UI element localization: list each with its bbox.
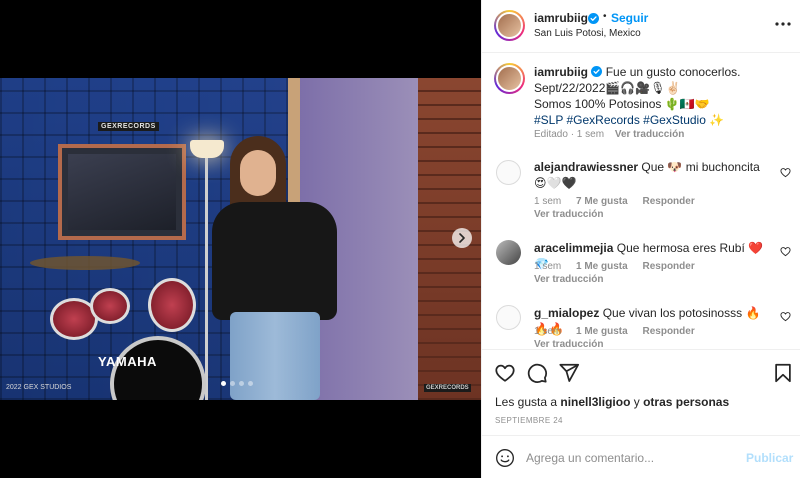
reply-button[interactable]: Responder [642, 261, 694, 272]
comment-likes[interactable]: 1 Me gusta [576, 326, 628, 337]
caption-translate-link[interactable]: Ver traducción [615, 129, 684, 140]
caption-line-3: Somos 100% Potosinos 🌵🇲🇽🤝 [534, 97, 710, 111]
post-header: iamrubiig • Seguir San Luis Potosi, Mexi… [482, 0, 800, 53]
share-button[interactable] [558, 362, 580, 384]
watermark-top: GEXRECORDS [98, 122, 159, 131]
like-comment-button[interactable] [780, 167, 791, 178]
comment-likes[interactable]: 1 Me gusta [576, 261, 628, 272]
more-horizontal-icon [775, 22, 791, 26]
verified-badge-icon [588, 13, 599, 24]
comment-item: alejandrawiessner Que 🐶 mi buchoncita 😍🤍… [482, 149, 800, 220]
likes-summary: Les gusta a ninell3ligioo y otras person… [495, 395, 730, 409]
person [212, 136, 337, 400]
smiley-icon [496, 449, 514, 467]
liker-username[interactable]: ninell3ligioo [560, 395, 630, 409]
post-location[interactable]: San Luis Potosi, Mexico [534, 28, 641, 39]
avatar[interactable] [496, 160, 521, 185]
comment-bubble-icon [527, 363, 547, 383]
comment-button[interactable] [526, 362, 548, 384]
avatar[interactable] [496, 305, 521, 330]
drum-kit [30, 256, 220, 400]
details-pane: iamrubiig • Seguir San Luis Potosi, Mexi… [481, 0, 800, 478]
reply-button[interactable]: Responder [642, 196, 694, 207]
reply-button[interactable]: Responder [642, 326, 694, 337]
carousel-dot [248, 381, 253, 386]
chevron-right-icon [459, 233, 465, 243]
comment-translate-link[interactable]: Ver traducción [534, 274, 603, 285]
caption-username[interactable]: iamrubiig [534, 65, 588, 79]
heart-icon [780, 247, 791, 257]
heart-icon [495, 364, 515, 382]
studio-caption: 2022 GEX STUDIOS [6, 384, 72, 391]
comment-translate-link[interactable]: Ver traducción [534, 209, 603, 220]
emoji-button[interactable] [495, 448, 515, 468]
comment-input[interactable] [526, 448, 736, 468]
like-comment-button[interactable] [780, 246, 791, 257]
other-likers-link[interactable]: otras personas [643, 395, 729, 409]
caption-line-2: Sept/22/2022🎬🎧🎥🎙✌🏻 [534, 81, 681, 95]
next-slide-button[interactable] [452, 228, 472, 248]
author-username[interactable]: iamrubiig [534, 11, 588, 25]
post-photo[interactable]: GEXRECORDS YAMAHA 2022 GEX STUDIOS GEXRE… [0, 78, 481, 400]
comment-composer: Publicar [482, 435, 800, 478]
save-button[interactable] [772, 362, 794, 384]
carousel-dot [230, 381, 235, 386]
paper-plane-icon [559, 363, 580, 382]
comment-translate-link[interactable]: Ver traducción [534, 339, 603, 349]
verified-badge-icon [591, 66, 603, 77]
comment-username[interactable]: alejandrawiessner [534, 160, 638, 174]
comment-time: 1 sem [534, 196, 562, 207]
bookmark-icon [775, 363, 791, 383]
heart-icon [780, 168, 791, 178]
comment-time: 1 sem [534, 326, 562, 337]
comment-time: 1 sem [534, 261, 562, 272]
post-date[interactable]: SEPTIEMBRE 24 [495, 416, 563, 425]
carousel-dot-active [221, 381, 226, 386]
comment-username[interactable]: aracelimmejia [534, 241, 613, 255]
caption-line-1: Fue un gusto conocerlos. [605, 65, 741, 79]
like-comment-button[interactable] [780, 311, 791, 322]
post-actions: Les gusta a ninell3ligioo y otras person… [482, 349, 800, 435]
publish-button[interactable]: Publicar [746, 451, 793, 465]
caption-edited-time: Editado · 1 sem [534, 129, 605, 140]
caption-hashtags[interactable]: #SLP #GexRecords #GexStudio ✨ [534, 113, 724, 127]
carousel-dot [239, 381, 244, 386]
like-button[interactable] [494, 362, 516, 384]
more-options-button[interactable] [774, 17, 792, 31]
avatar[interactable] [496, 240, 521, 265]
drum-brand-logo: YAMAHA [98, 354, 157, 369]
media-pane: GEXRECORDS YAMAHA 2022 GEX STUDIOS GEXRE… [0, 0, 481, 478]
comment-likes[interactable]: 7 Me gusta [576, 196, 628, 207]
heart-icon [780, 312, 791, 322]
post-caption: iamrubiig Fue un gusto conocerlos. Sept/… [482, 53, 800, 149]
studio-window [58, 144, 186, 240]
follow-button[interactable]: Seguir [611, 11, 648, 25]
comment-item: g_mialopez Que vivan los potosinosss 🔥🔥🔥… [482, 295, 800, 349]
header-separator: • [603, 11, 607, 22]
instagram-post-view: GEXRECORDS YAMAHA 2022 GEX STUDIOS GEXRE… [0, 0, 800, 478]
comment-item: aracelimmejia Que hermosa eres Rubí ❤️💎 … [482, 230, 800, 290]
comment-username[interactable]: g_mialopez [534, 306, 599, 320]
avatar[interactable] [494, 63, 525, 94]
carousel-indicator [221, 381, 253, 386]
watermark-bottom: GEXRECORDS [424, 384, 471, 392]
avatar[interactable] [494, 10, 525, 41]
